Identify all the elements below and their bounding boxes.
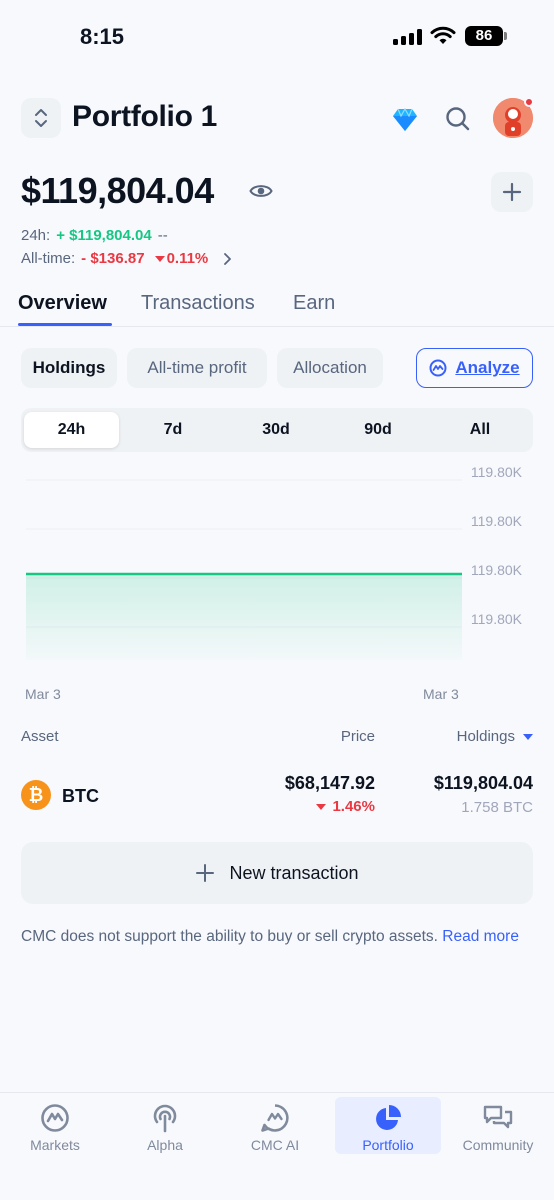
chip-all-time-profit[interactable]: All-time profit — [127, 348, 267, 388]
portfolio-chart[interactable] — [0, 460, 554, 710]
y-tick-label: 119.80K — [470, 611, 522, 627]
nav-label: Markets — [30, 1137, 80, 1153]
new-transaction-button[interactable]: New transaction — [21, 842, 533, 904]
diamond-icon[interactable] — [391, 108, 419, 132]
nav-label: CMC AI — [250, 1137, 300, 1153]
bottom-nav: Markets Alpha CMC AI Portfolio Community — [0, 1092, 554, 1200]
change-24h-row: 24h: + $119,804.04 -- — [21, 227, 168, 244]
header-holdings-label: Holdings — [456, 728, 515, 745]
asset-price-change: 1.46% — [312, 798, 375, 815]
wifi-icon — [430, 26, 456, 44]
plus-icon — [196, 864, 215, 882]
y-tick-label: 119.80K — [470, 562, 522, 578]
x-tick-label: Mar 3 — [423, 686, 459, 702]
analyze-button[interactable]: Analyze — [416, 348, 533, 388]
cmc-ai-icon — [261, 1104, 289, 1132]
chevron-updown-icon — [35, 109, 47, 127]
cmc-logo-icon — [429, 359, 447, 377]
portfolio-switcher-button[interactable] — [21, 98, 61, 138]
page-title[interactable]: Portfolio 1 — [72, 100, 217, 134]
asset-symbol: BTC — [62, 786, 99, 806]
change-24h-label: 24h: — [21, 227, 51, 244]
notification-dot — [524, 97, 534, 107]
timeframe-7d[interactable]: 7d — [124, 412, 222, 448]
header: Portfolio 1 — [21, 97, 534, 140]
total-balance: $119,804.04 — [21, 170, 214, 211]
nav-label: Alpha — [147, 1137, 183, 1153]
disclaimer: CMC does not support the ability to buy … — [21, 925, 533, 949]
asset-price: $68,147.92 — [284, 773, 375, 793]
header-holdings[interactable]: Holdings — [457, 728, 533, 745]
add-button[interactable] — [491, 172, 533, 212]
y-tick-label: 119.80K — [470, 464, 522, 480]
asset-holdings-qty: 1.758 BTC — [461, 799, 533, 816]
nav-markets[interactable]: Markets — [2, 1097, 108, 1154]
avatar[interactable] — [493, 97, 534, 138]
status-bar: 8:15 86 — [0, 0, 554, 76]
analyze-label: Analyze — [455, 358, 520, 377]
timeframe-selector: 24h 7d 30d 90d All — [21, 408, 533, 452]
header-price[interactable]: Price — [341, 728, 375, 745]
nav-label: Portfolio — [362, 1137, 414, 1153]
chip-allocation[interactable]: Allocation — [277, 348, 383, 388]
change-24h-value: + $119,804.04 — [56, 227, 152, 244]
pie-chart-icon — [376, 1105, 401, 1130]
read-more-link[interactable]: Read more — [442, 928, 519, 945]
tab-bar: Overview Transactions Earn — [0, 290, 554, 327]
timeframe-90d[interactable]: 90d — [329, 412, 427, 448]
asset-change-value: 1.46% — [332, 798, 375, 815]
nav-portfolio[interactable]: Portfolio — [335, 1097, 441, 1154]
tab-earn[interactable]: Earn — [293, 292, 335, 315]
tab-transactions[interactable]: Transactions — [141, 292, 255, 315]
asset-holdings-value: $119,804.04 — [433, 773, 533, 793]
alltime-pct: 0.11% — [166, 250, 209, 267]
chat-bubbles-icon — [483, 1105, 513, 1129]
x-tick-label: Mar 3 — [25, 686, 61, 702]
eye-icon[interactable] — [249, 181, 273, 201]
chevron-right-icon — [224, 252, 232, 265]
timeframe-24h[interactable]: 24h — [24, 412, 119, 448]
nav-label: Community — [462, 1137, 534, 1153]
signal-icon — [393, 29, 422, 45]
down-triangle-icon — [316, 803, 327, 810]
plus-icon — [502, 182, 522, 202]
new-transaction-label: New transaction — [229, 862, 359, 883]
chart-area-fill — [26, 574, 462, 660]
search-icon[interactable] — [445, 106, 471, 132]
cmc-logo-icon — [41, 1104, 69, 1132]
alpha-icon — [153, 1104, 177, 1133]
timeframe-all[interactable]: All — [431, 412, 529, 448]
change-24h-pct: -- — [157, 227, 168, 244]
nav-cmc-ai[interactable]: CMC AI — [222, 1097, 328, 1154]
alltime-value: - $136.87 — [81, 250, 145, 267]
y-tick-label: 119.80K — [470, 513, 522, 529]
sort-down-icon — [523, 733, 533, 740]
chip-holdings[interactable]: Holdings — [21, 348, 117, 388]
nav-community[interactable]: Community — [445, 1097, 551, 1154]
status-time: 8:15 — [80, 24, 125, 49]
timeframe-30d[interactable]: 30d — [227, 412, 325, 448]
tab-active-indicator — [18, 323, 112, 326]
alltime-row[interactable]: All-time: - $136.87 0.11% — [21, 250, 234, 267]
nav-alpha[interactable]: Alpha — [112, 1097, 218, 1154]
header-asset: Asset — [21, 728, 59, 745]
down-triangle-icon — [154, 255, 165, 262]
battery-indicator: 86 — [465, 26, 507, 46]
alltime-label: All-time: — [21, 250, 76, 267]
disclaimer-text: CMC does not support the ability to buy … — [21, 928, 443, 945]
tab-overview[interactable]: Overview — [18, 292, 107, 315]
bitcoin-icon: ₿ — [21, 780, 51, 810]
